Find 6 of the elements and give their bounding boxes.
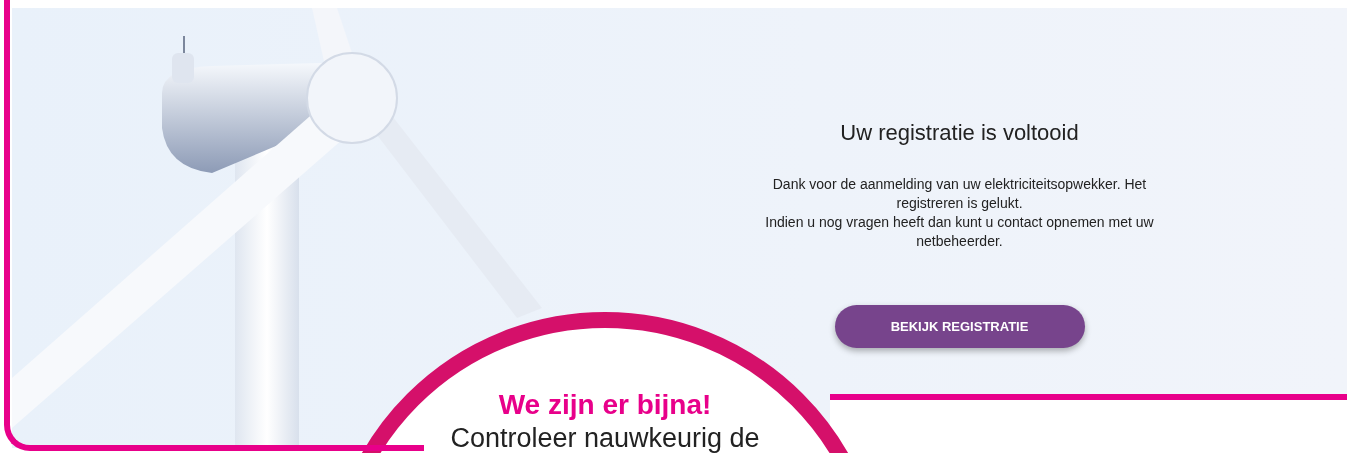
view-registration-button[interactable]: BEKIJK REGISTRATIE — [834, 305, 1085, 348]
page-title: Uw registratie is voltooid — [839, 119, 1080, 147]
callout-heading: We zijn er bijna! — [497, 388, 713, 422]
callout-text: Controleer nauwkeurig de — [449, 422, 761, 453]
message-paragraph: Dank voor de aanmelding van uw elektriciteitsopwekker. Het registreren is gelukt. — [771, 175, 1148, 213]
message-paragraph: Indien u nog vragen heeft dan kunt u contact opnemen met uw netbeheerder. — [764, 213, 1155, 251]
